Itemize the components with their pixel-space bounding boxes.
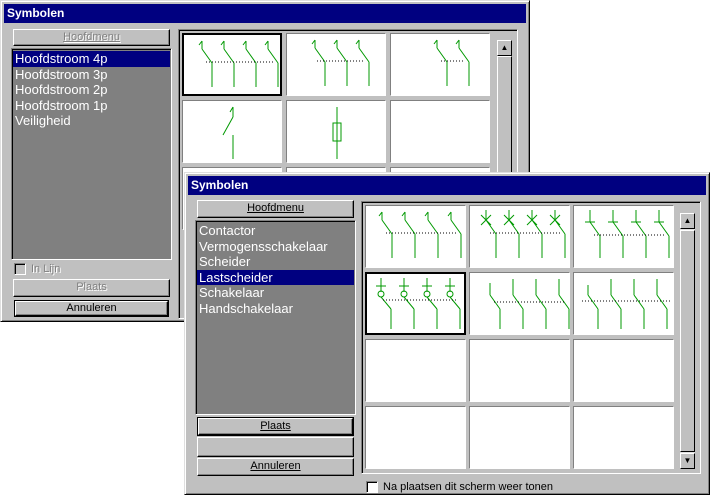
scroll-up-button[interactable]: ▲ (497, 40, 512, 56)
symbol-cell[interactable] (390, 100, 490, 163)
symbol-cell-lastscheider[interactable] (365, 272, 466, 335)
symbol-cell-handschakelaar[interactable] (573, 272, 674, 335)
symbol-cell[interactable] (469, 339, 570, 402)
back-plaats-button[interactable]: Plaats (13, 279, 170, 297)
symbol-grid: ▲ ▼ (361, 201, 701, 474)
list-item[interactable]: Contactor (197, 223, 354, 239)
circuit-breaker-symbol (480, 210, 566, 258)
symbol-cell-contactor[interactable] (365, 205, 466, 268)
disconnector-symbol (585, 210, 670, 258)
symbol-cell-vermogensschakelaar[interactable] (469, 205, 570, 268)
back-window-title: Symbolen (4, 4, 526, 23)
symbol-cell-scheider[interactable] (573, 205, 674, 268)
list-item[interactable]: Schakelaar (197, 285, 354, 301)
in-lijn-label: In Lijn (31, 263, 61, 275)
back-category-list[interactable]: Hoofdstroom 4p Hoofdstroom 3p Hoofdstroo… (11, 48, 172, 260)
list-item[interactable]: Veiligheid (13, 113, 170, 129)
switch-3p-symbol (311, 39, 370, 86)
symbol-cell[interactable] (182, 100, 282, 163)
scroll-up-button[interactable]: ▲ (680, 213, 695, 229)
symbol-scrollbar[interactable]: ▲ ▼ (679, 212, 696, 470)
fuse-symbol (332, 107, 342, 159)
list-item[interactable]: Vermogensschakelaar (197, 239, 354, 255)
contactor-symbol (378, 211, 462, 258)
empty-button[interactable] (197, 437, 354, 457)
symbol-cell[interactable] (286, 100, 386, 163)
list-item[interactable]: Hoofdstroom 1p (13, 98, 170, 114)
reopen-checkbox[interactable] (366, 481, 378, 493)
list-item[interactable]: Hoofdstroom 2p (13, 82, 170, 98)
symbol-cell[interactable] (182, 33, 282, 96)
list-item[interactable]: Scheider (197, 254, 354, 270)
annuleren-button[interactable]: Annuleren (197, 458, 354, 476)
back-hoofdmenu-button[interactable]: Hoofdmenu (13, 29, 170, 46)
in-lijn-checkbox[interactable] (14, 263, 26, 275)
list-item[interactable]: Handschakelaar (197, 301, 354, 317)
symbol-cell-schakelaar[interactable] (469, 272, 570, 335)
plaats-button[interactable]: Plaats (197, 417, 354, 436)
list-item[interactable]: Lastscheider (197, 269, 354, 286)
symbol-cell[interactable] (286, 33, 386, 96)
switch-4p-symbol (198, 40, 279, 87)
list-item[interactable]: Hoofdstroom 3p (13, 67, 170, 83)
symbol-cell[interactable] (573, 339, 674, 402)
symbol-cell[interactable] (390, 33, 490, 96)
reopen-label: Na plaatsen dit scherm weer tonen (383, 481, 553, 493)
hoofdmenu-button[interactable]: Hoofdmenu (197, 200, 354, 218)
switch-1p-symbol (222, 106, 234, 159)
back-annuleren-button[interactable]: Annuleren (14, 300, 169, 317)
switch-symbol (489, 279, 570, 329)
scroll-thumb[interactable] (680, 230, 695, 452)
symbol-cell[interactable] (469, 406, 570, 469)
manual-switch-symbol (582, 279, 670, 329)
symbol-cell[interactable] (365, 339, 466, 402)
load-break-switch-symbol (376, 278, 461, 329)
switch-2p-symbol (433, 39, 470, 86)
symbol-cell[interactable] (573, 406, 674, 469)
category-list[interactable]: Contactor Vermogensschakelaar Scheider L… (195, 220, 356, 415)
front-window-title: Symbolen (188, 176, 706, 195)
list-item[interactable]: Hoofdstroom 4p (13, 51, 170, 67)
scroll-thumb[interactable] (497, 56, 512, 176)
symbol-cell[interactable] (365, 406, 466, 469)
scroll-down-button[interactable]: ▼ (680, 453, 695, 469)
front-symbolen-window: Symbolen Hoofdmenu Contactor Vermogenssc… (184, 172, 710, 495)
